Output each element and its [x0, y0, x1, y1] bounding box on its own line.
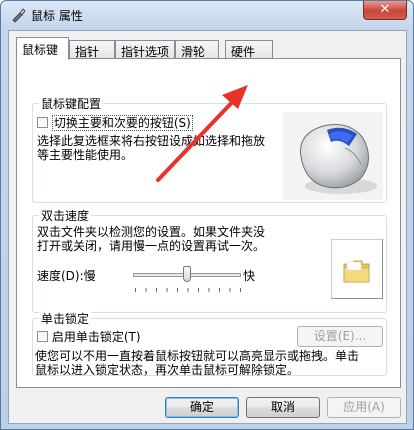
- cancel-button[interactable]: 取消: [246, 397, 320, 418]
- click-lock-description: 使您可以不用一直按着鼠标按钮就可以高亮显示或拖拽。单击 鼠标以进入锁定状态，再次…: [35, 349, 390, 377]
- tab-pointers[interactable]: 指针: [69, 40, 115, 59]
- double-click-desc-line2: 打开或关闭，请用慢一点的设置再试一次。: [37, 239, 266, 253]
- click-lock-checkbox-row[interactable]: 启用单击锁定(T): [37, 330, 141, 344]
- click-lock-label: 启用单击锁定(T): [51, 330, 141, 344]
- switch-buttons-checkbox[interactable]: [37, 117, 48, 128]
- dialog-client-area: 鼠标键 指针 指针选项 滑轮 硬件 鼠标键配置 切换主要和次要的按钮(S) 选择…: [8, 30, 407, 424]
- apply-button[interactable]: 应用(A): [327, 397, 401, 418]
- annotation-arrow: [156, 85, 248, 182]
- double-click-description: 双击文件夹以检测您的设置。如果文件夹没 打开或关闭，请用慢一点的设置再试一次。: [37, 225, 307, 253]
- double-click-desc-line1: 双击文件夹以检测您的设置。如果文件夹没: [37, 225, 266, 239]
- mouse-image: [283, 112, 383, 200]
- mouse-pointer-icon: [12, 8, 26, 23]
- click-lock-desc-line2: 鼠标以进入锁定状态，再次单击鼠标可解除锁定。: [35, 363, 300, 377]
- click-lock-desc-line1: 使您可以不用一直按着鼠标按钮就可以高亮显示或拖拽。单击: [35, 349, 360, 363]
- button-config-title: 鼠标键配置: [39, 95, 104, 112]
- double-click-group: 双击速度 双击文件夹以检测您的设置。如果文件夹没 打开或关闭，请用慢一点的设置再…: [32, 207, 387, 313]
- click-lock-checkbox[interactable]: [37, 331, 48, 342]
- click-lock-settings-button[interactable]: 设置(E)...: [297, 326, 383, 347]
- speed-slider-ticks: [135, 288, 241, 292]
- tab-panel-buttons: 鼠标键配置 切换主要和次要的按钮(S) 选择此复选框来将右按钮设成如选择和拖放 …: [16, 58, 401, 388]
- speed-slider-thumb[interactable]: [183, 266, 191, 282]
- tab-buttons[interactable]: 鼠标键: [16, 37, 69, 60]
- test-folder-area[interactable]: [331, 239, 383, 299]
- tab-pointer-options[interactable]: 指针选项: [115, 40, 175, 59]
- fast-label: 快: [243, 269, 256, 283]
- tab-hardware[interactable]: 硬件: [225, 40, 273, 59]
- tab-wheel[interactable]: 滑轮: [175, 40, 219, 59]
- click-lock-title: 单击锁定: [39, 310, 92, 327]
- close-button[interactable]: ✕: [363, 1, 407, 20]
- double-click-title: 双击速度: [39, 207, 92, 224]
- ok-button[interactable]: 确定: [165, 397, 239, 418]
- mouse-properties-window: 鼠标 属性 ✕ 鼠标键 指针 指针选项 滑轮 硬件 鼠标键配置 切换主要和次要的…: [0, 0, 414, 430]
- close-icon: ✕: [379, 2, 391, 17]
- window-title: 鼠标 属性: [31, 9, 83, 23]
- title-bar: 鼠标 属性 ✕: [1, 1, 413, 29]
- folder-icon: [343, 260, 370, 283]
- speed-label: 速度(D):慢: [37, 269, 96, 283]
